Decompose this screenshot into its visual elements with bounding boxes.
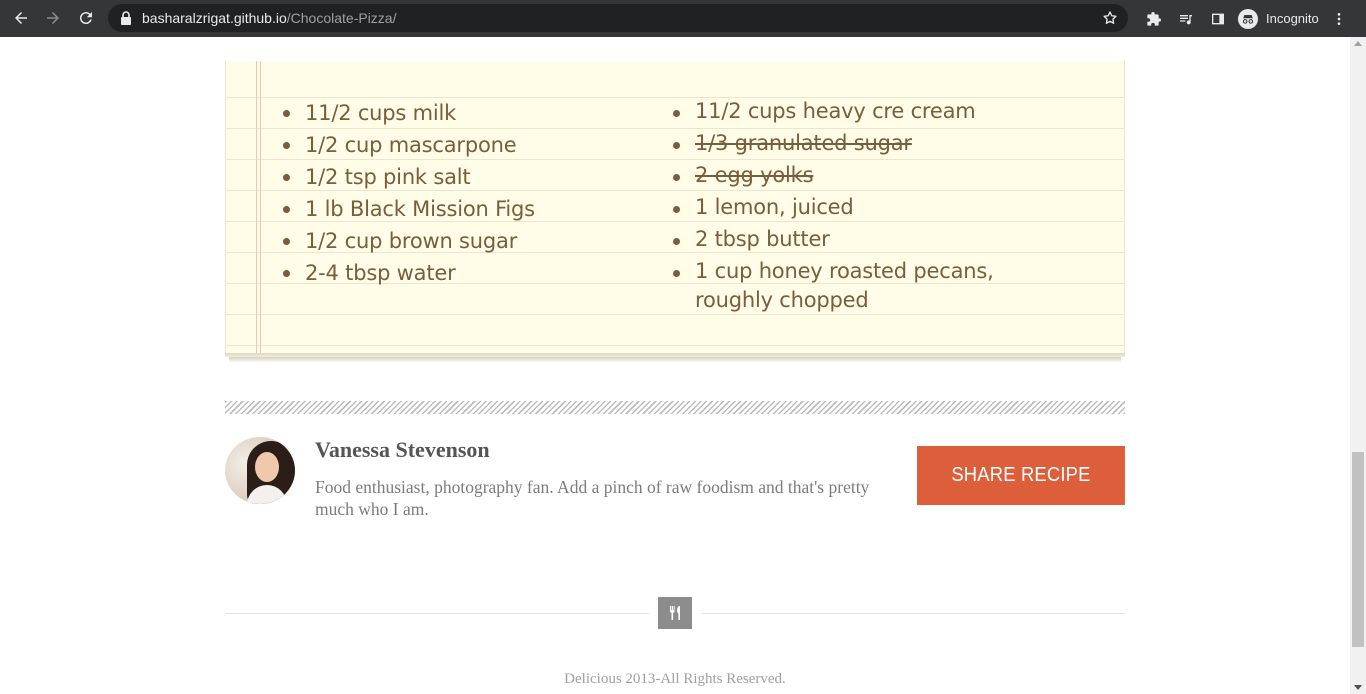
scroll-up-arrow-icon[interactable] [1354, 41, 1362, 46]
ingredient-item[interactable]: 1 cup honey roasted pecans, roughly chop… [673, 257, 1073, 315]
address-bar[interactable]: basharalzrigat.github.io/Chocolate-Pizza… [108, 4, 1128, 32]
ingredient-item[interactable]: 2-4 tbsp water [283, 257, 653, 289]
author-avatar [225, 437, 295, 504]
ingredients-list-right: 11/2 cups heavy cre cream 1/3 granulated… [673, 97, 1073, 318]
page-scrollbar[interactable] [1350, 37, 1366, 694]
ingredient-item[interactable]: 2 tbsp butter [673, 225, 1073, 254]
scrollbar-thumb[interactable] [1352, 452, 1364, 647]
ingredient-item[interactable]: 11/2 cups heavy cre cream [673, 97, 1073, 126]
paper-stack-shadow [229, 357, 1121, 363]
ingredient-item[interactable]: 1 lb Black Mission Figs [283, 193, 653, 225]
ingredient-item[interactable]: 1 lemon, juiced [673, 193, 1073, 222]
forward-arrow-icon [47, 12, 59, 24]
share-recipe-button[interactable]: SHARE RECIPE [917, 446, 1125, 505]
extensions-button[interactable] [1138, 3, 1170, 35]
side-panel-icon [1212, 13, 1224, 24]
reload-icon [79, 12, 92, 25]
copyright-text: Delicious 2013-All Rights Reserved. [564, 671, 786, 687]
ingredients-list-left: 11/2 cups milk 1/2 cup mascarpone 1/2 ts… [283, 97, 653, 289]
footer-logo [658, 597, 692, 629]
ingredient-item[interactable]: 1/2 cup mascarpone [283, 129, 653, 161]
hatched-divider [225, 401, 1125, 414]
ingredient-item[interactable]: 11/2 cups milk [283, 97, 653, 129]
back-button[interactable] [5, 2, 37, 34]
url-text: basharalzrigat.github.io/Chocolate-Pizza… [142, 10, 396, 26]
footer-divider-right [701, 613, 1125, 614]
reload-button[interactable] [70, 2, 102, 34]
url-domain: basharalzrigat.github.io [142, 10, 287, 26]
back-arrow-icon [15, 12, 27, 24]
puzzle-icon [1147, 11, 1161, 26]
fork-knife-icon [670, 606, 680, 620]
forward-button[interactable] [37, 2, 69, 34]
lock-icon [121, 11, 131, 25]
browser-toolbar: basharalzrigat.github.io/Chocolate-Pizza… [0, 0, 1366, 37]
incognito-icon [1238, 8, 1258, 29]
author-bio: Food enthusiast, photography fan. Add a … [315, 477, 870, 519]
ingredient-item-checked[interactable]: 2 egg yolks [673, 161, 1073, 190]
page-content: 11/2 cups milk 1/2 cup mascarpone 1/2 ts… [0, 37, 1350, 694]
ingredient-item[interactable]: 1/2 cup brown sugar [283, 225, 653, 257]
browser-menu-button[interactable] [1327, 3, 1351, 35]
notebook-margin-line [256, 61, 261, 353]
bookmark-star-icon[interactable] [1102, 10, 1118, 26]
side-panel-button[interactable] [1202, 3, 1234, 35]
footer-divider-left [225, 613, 649, 614]
playlist-icon [1180, 14, 1192, 24]
ingredient-item[interactable]: 1/2 tsp pink salt [283, 161, 653, 193]
incognito-profile-button[interactable]: Incognito [1234, 6, 1327, 32]
author-name: Vanessa Stevenson [315, 437, 490, 462]
profile-label: Incognito [1266, 11, 1319, 26]
media-controls-button[interactable] [1170, 3, 1202, 35]
more-vert-icon [1337, 12, 1341, 25]
scroll-down-arrow-icon[interactable] [1354, 685, 1362, 690]
ingredient-item-checked[interactable]: 1/3 granulated sugar [673, 129, 1073, 158]
url-path: /Chocolate-Pizza/ [286, 10, 397, 26]
